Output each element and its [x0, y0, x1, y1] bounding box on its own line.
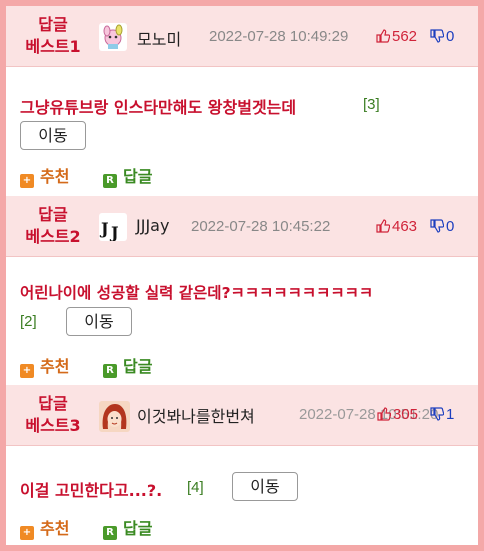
like-count[interactable]: 305 — [377, 406, 418, 423]
card-header: 답글 베스트2 J J JJJay 2022-07-28 10:45:22 46… — [6, 196, 478, 257]
dislike-value: 0 — [446, 28, 455, 45]
reply-button[interactable]: R 답글 — [103, 515, 152, 540]
like-value: 463 — [392, 218, 418, 235]
nickname[interactable]: JJJay — [136, 216, 169, 235]
plus-icon: + — [20, 174, 34, 188]
best-label-line1: 답글 — [38, 15, 68, 34]
reply-label: 답글 — [123, 519, 153, 538]
move-button[interactable]: 이동 — [232, 472, 298, 501]
dislike-count[interactable]: 0 — [430, 218, 454, 235]
dislike-count[interactable]: 0 — [430, 28, 454, 45]
dislike-value: 0 — [446, 218, 455, 235]
best-label-line2: 베스트3 — [25, 416, 81, 435]
reply-title[interactable]: 어린나이에 성공할 실력 같은데?ㅋㅋㅋㅋㅋㅋㅋㅋㅋㅋ — [20, 281, 373, 303]
thumbs-down-icon — [430, 29, 445, 43]
best-label: 답글 베스트2 — [20, 204, 86, 248]
svg-text:J: J — [109, 223, 119, 241]
best-reply-card-2: 답글 베스트2 J J JJJay 2022-07-28 10:45:22 46… — [6, 196, 478, 385]
thumbs-up-icon — [376, 29, 391, 43]
reply-title[interactable]: 이걸 고민한다고...?. — [20, 477, 162, 501]
post-date: 2022-07-28 10:49:29 — [209, 28, 349, 45]
nickname[interactable]: 이것봐나를한번쳐 — [137, 403, 255, 427]
card-body: 어린나이에 성공할 실력 같은데?ㅋㅋㅋㅋㅋㅋㅋㅋㅋㅋ [2] 이동 + 추천 R… — [6, 257, 478, 385]
nickname[interactable]: 모노미 — [137, 26, 181, 50]
comment-count: [3] — [363, 96, 380, 113]
like-count[interactable]: 463 — [376, 218, 417, 235]
best-replies-panel: 답글 베스트1 모노미 2022-07-28 10:49:29 562 0 그냥… — [6, 6, 478, 545]
pink-character-icon[interactable] — [99, 23, 127, 51]
like-count[interactable]: 562 — [376, 28, 417, 45]
svg-text:J: J — [99, 219, 109, 238]
thumbs-down-icon — [430, 407, 445, 421]
comment-count: [2] — [20, 313, 37, 330]
move-button[interactable]: 이동 — [20, 121, 86, 150]
card-body: 이걸 고민한다고...?. [4] 이동 + 추천 R 답글 — [6, 446, 478, 544]
reply-title[interactable]: 그냥유튜브랑 인스타만해도 왕창벌겟는데 — [20, 94, 296, 118]
reply-r-icon: R — [103, 174, 117, 188]
recommend-label: 추천 — [40, 519, 70, 538]
thumbs-down-icon — [430, 219, 445, 233]
reply-r-icon: R — [103, 364, 117, 378]
card-body: 그냥유튜브랑 인스타만해도 왕창벌겟는데 [3] 이동 + 추천 R 답글 — [6, 67, 478, 195]
best-label-line2: 베스트2 — [25, 227, 81, 246]
reply-button[interactable]: R 답글 — [103, 353, 152, 378]
dislike-count[interactable]: 1 — [430, 406, 454, 423]
reply-label: 답글 — [123, 167, 153, 186]
best-label-line1: 답글 — [38, 205, 68, 224]
reply-label: 답글 — [123, 357, 153, 376]
best-label-line2: 베스트1 — [25, 37, 81, 56]
recommend-button[interactable]: + 추천 — [20, 353, 69, 378]
dislike-value: 1 — [446, 406, 455, 423]
jj-logo-icon[interactable]: J J — [99, 213, 127, 241]
post-date: 2022-07-28 10:45:22 — [191, 218, 331, 235]
recommend-button[interactable]: + 추천 — [20, 515, 69, 540]
thumbs-up-icon — [377, 407, 392, 421]
best-label-line1: 답글 — [38, 394, 68, 413]
red-hair-girl-icon[interactable] — [99, 401, 130, 432]
reply-r-icon: R — [103, 526, 117, 540]
plus-icon: + — [20, 364, 34, 378]
recommend-button[interactable]: + 추천 — [20, 163, 69, 188]
best-label: 답글 베스트3 — [20, 393, 86, 437]
like-value: 562 — [392, 28, 418, 45]
recommend-label: 추천 — [40, 357, 70, 376]
move-button[interactable]: 이동 — [66, 307, 132, 336]
best-reply-card-3: 답글 베스트3 이것봐나를한번쳐 2022-07-28 10:51:20 305… — [6, 385, 478, 544]
comment-count: [4] — [187, 479, 204, 496]
card-header: 답글 베스트1 모노미 2022-07-28 10:49:29 562 0 — [6, 6, 478, 67]
plus-icon: + — [20, 526, 34, 540]
card-header: 답글 베스트3 이것봐나를한번쳐 2022-07-28 10:51:20 305… — [6, 385, 478, 446]
thumbs-up-icon — [376, 219, 391, 233]
best-reply-card-1: 답글 베스트1 모노미 2022-07-28 10:49:29 562 0 그냥… — [6, 6, 478, 195]
reply-button[interactable]: R 답글 — [103, 163, 152, 188]
recommend-label: 추천 — [40, 167, 70, 186]
like-value: 305 — [393, 406, 419, 423]
best-label: 답글 베스트1 — [20, 14, 86, 58]
